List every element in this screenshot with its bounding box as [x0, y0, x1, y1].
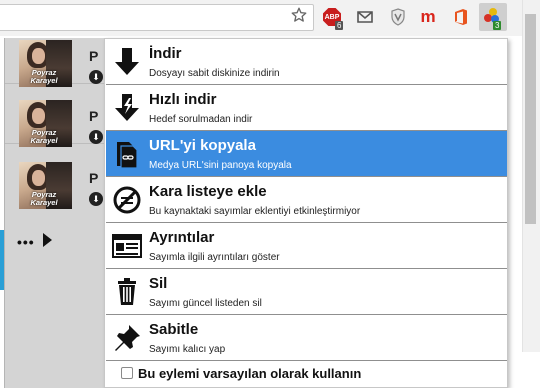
- office-extension-button[interactable]: [451, 7, 471, 27]
- mail-extension-button[interactable]: [355, 7, 375, 27]
- adblock-badge: 6: [335, 21, 344, 30]
- shield-icon: [391, 8, 405, 26]
- default-action-checkbox[interactable]: [121, 367, 133, 379]
- active-extension-badge: 3: [493, 21, 502, 30]
- menu-item-title: URL'yi kopyala: [149, 137, 256, 154]
- menu-item-description: Bu kaynaktaki sayımlar eklentiyi etkinle…: [149, 206, 361, 217]
- download-circle-icon[interactable]: ⬇: [89, 70, 103, 84]
- copy-url-icon: [117, 142, 138, 169]
- media-thumbnail: Poyraz Karayel: [19, 40, 72, 87]
- media-list-popup: Poyraz Karayel P ⬇ Poyraz Karayel P ⬇ Po…: [4, 38, 105, 388]
- menu-item-description: Sayımı kalıcı yap: [149, 344, 226, 355]
- pin-icon: [115, 325, 140, 351]
- details-icon: [112, 234, 142, 258]
- menu-item-title: Hızlı indir: [149, 91, 217, 108]
- address-bar[interactable]: [0, 4, 314, 31]
- media-thumbnail: Poyraz Karayel: [19, 100, 72, 147]
- download-arrow-icon: [115, 48, 139, 75]
- menu-item-copy-url[interactable]: URL'yi kopyala Medya URL'sini panoya kop…: [106, 131, 507, 177]
- menu-item-title: Kara listeye ekle: [149, 183, 267, 200]
- trash-icon: [118, 278, 136, 305]
- page-scrollbar-thumb[interactable]: [525, 14, 536, 224]
- star-icon[interactable]: [290, 6, 308, 24]
- menu-item-description: Medya URL'sini panoya kopyala: [149, 160, 292, 171]
- m-extension-button[interactable]: m: [418, 7, 438, 27]
- thumbnail-title: Poyraz Karayel: [30, 68, 58, 85]
- media-item-title: P: [89, 48, 99, 64]
- media-item-title: P: [89, 170, 99, 186]
- lightning-download-icon: [115, 94, 139, 121]
- media-thumbnail: Poyraz Karayel: [19, 162, 72, 209]
- menu-item-title: Ayrıntılar: [149, 229, 215, 246]
- office-icon: [455, 9, 467, 25]
- download-circle-icon[interactable]: ⬇: [89, 130, 103, 144]
- menu-item-title: İndir: [149, 45, 182, 62]
- thumbnail-title: Poyraz Karayel: [30, 128, 58, 145]
- browser-toolbar: ABP 6 m 3: [0, 0, 540, 36]
- media-list-item[interactable]: Poyraz Karayel P ⬇: [5, 38, 105, 87]
- shield-extension-button[interactable]: [388, 7, 408, 27]
- blacklist-icon: [113, 186, 141, 214]
- thumbnail-title: Poyraz Karayel: [30, 190, 58, 207]
- media-list-item[interactable]: Poyraz Karayel P ⬇: [5, 160, 105, 209]
- default-action-label: Bu eylemi varsayılan olarak kullanın: [138, 366, 362, 381]
- menu-item-title: Sabitle: [149, 321, 199, 338]
- menu-item-quick-download[interactable]: Hızlı indir Hedef sorulmadan indir: [106, 85, 507, 131]
- expand-arrow-icon[interactable]: [43, 233, 52, 247]
- menu-item-description: Hedef sorulmadan indir: [149, 114, 253, 125]
- menu-item-blacklist[interactable]: Kara listeye ekle Bu kaynaktaki sayımlar…: [106, 177, 507, 223]
- context-menu: İndir Dosyayı sabit diskinize indirin Hı…: [104, 38, 508, 388]
- more-dots[interactable]: •••: [17, 234, 35, 250]
- download-circle-icon[interactable]: ⬇: [89, 192, 103, 206]
- default-action-row[interactable]: Bu eylemi varsayılan olarak kullanın: [106, 362, 507, 388]
- menu-item-description: Dosyayı sabit diskinize indirin: [149, 68, 280, 79]
- menu-item-details[interactable]: Ayrıntılar Sayımla ilgili ayrıntıları gö…: [106, 223, 507, 269]
- media-list-item[interactable]: Poyraz Karayel P ⬇: [5, 98, 105, 147]
- m-icon: m: [420, 7, 436, 26]
- menu-item-delete[interactable]: Sil Sayımı güncel listeden sil: [106, 269, 507, 315]
- media-item-title: P: [89, 108, 99, 124]
- mail-icon: [357, 11, 373, 23]
- menu-item-description: Sayımla ilgili ayrıntıları göster: [149, 252, 280, 263]
- menu-item-download[interactable]: İndir Dosyayı sabit diskinize indirin: [106, 39, 507, 85]
- menu-item-pin[interactable]: Sabitle Sayımı kalıcı yap: [106, 315, 507, 361]
- menu-item-description: Sayımı güncel listeden sil: [149, 298, 262, 309]
- menu-item-title: Sil: [149, 275, 168, 292]
